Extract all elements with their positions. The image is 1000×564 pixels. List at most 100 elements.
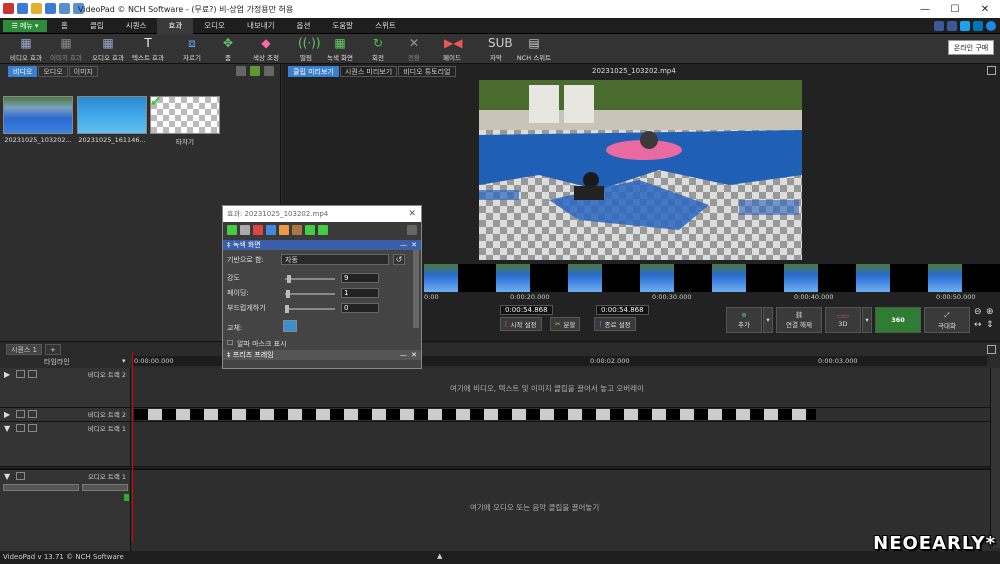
close-button[interactable]: ✕ — [970, 0, 1000, 18]
media-tab-0[interactable]: 비디오 — [8, 66, 38, 77]
strength-input[interactable]: 9 — [341, 273, 379, 283]
timeline-scrollbar[interactable] — [990, 368, 1000, 548]
timeline-dropdown-icon[interactable]: ▾ — [122, 357, 126, 365]
list-view-icon[interactable] — [264, 66, 274, 76]
zoom-out-icon[interactable]: ⊖ — [974, 307, 982, 317]
minimize-button[interactable]: — — [910, 0, 940, 18]
mute-icon[interactable] — [16, 472, 25, 480]
clip-filmstrip[interactable] — [424, 264, 1000, 292]
fade-button[interactable]: ▶◀ 페이드 — [430, 36, 474, 62]
fade-input[interactable]: 1 — [341, 288, 379, 298]
smooth-input[interactable]: 0 — [341, 303, 379, 313]
add-effect-icon[interactable] — [227, 225, 237, 235]
video-track-1[interactable]: ▼ 비디오 트랙 1 — [0, 422, 990, 467]
nch-suite-button[interactable]: ▤ NCH 스위트 — [512, 36, 556, 62]
collapse-track-icon[interactable]: ▼ — [4, 424, 13, 433]
lock-icon[interactable] — [28, 410, 37, 418]
replace-color-swatch[interactable] — [283, 320, 297, 332]
move-down-icon[interactable] — [305, 225, 315, 235]
typewriter-clip[interactable] — [134, 409, 816, 420]
like-icon[interactable] — [934, 21, 944, 31]
unlink-button[interactable]: ⛓ 연결 해제 — [776, 307, 822, 333]
menu-tab-2[interactable]: 시퀀스 — [115, 18, 158, 34]
expand-track-icon[interactable]: ▶ — [4, 370, 13, 379]
facebook-icon[interactable] — [947, 21, 957, 31]
strength-slider[interactable] — [285, 275, 335, 283]
delete-icon[interactable] — [236, 66, 246, 76]
fit-height-icon[interactable]: ⇕ — [986, 320, 994, 330]
set-start-button[interactable]: [시작 설정 — [500, 317, 542, 331]
dialog-scrollbar[interactable] — [413, 250, 419, 328]
clip-ruler[interactable]: 0:00 0:00:20.000 0:00:30.000 0:00:40.000 0:0… — [424, 293, 1000, 301]
dialog-title-bar[interactable]: 효과: 20231025_103202.mp4 ✕ — [223, 206, 421, 222]
collapse-track-icon[interactable]: ▼ — [4, 472, 13, 481]
undock-timeline-icon[interactable] — [987, 345, 996, 354]
color-adjust-button[interactable]: ◆ 색상 조정 — [244, 36, 288, 62]
visibility-icon[interactable] — [16, 410, 25, 418]
settings-icon[interactable] — [407, 225, 417, 235]
base-color-select[interactable]: 자동 — [281, 254, 389, 265]
video-effects-button[interactable]: ▦ 비디오 효과 — [4, 36, 48, 62]
save-icon[interactable] — [45, 3, 56, 14]
keyframe-icon[interactable] — [240, 225, 250, 235]
menu-tab-5[interactable]: 내보내기 — [236, 18, 286, 34]
add-button[interactable]: ⊕ 추가 — [726, 307, 762, 333]
preview-tab-1[interactable]: 시퀀스 미리보기 — [339, 66, 398, 77]
preview-tab-2[interactable]: 비디오 튜토리얼 — [398, 66, 456, 77]
menu-tab-0[interactable]: 홈 — [50, 18, 79, 34]
buy-online-button[interactable]: 온라인 구매 — [948, 40, 994, 55]
smooth-slider[interactable] — [285, 305, 335, 313]
3d-dropdown-button[interactable]: ▾ — [862, 307, 872, 333]
help-icon[interactable] — [986, 21, 996, 31]
split-button[interactable]: ✂ 분할 — [550, 317, 581, 331]
sequence-tab[interactable]: 시퀀스 1 — [6, 344, 42, 355]
fit-width-icon[interactable]: ↔ — [974, 320, 982, 330]
undock-icon[interactable] — [987, 66, 996, 75]
visibility-icon[interactable] — [16, 424, 25, 432]
remove-effect-icon[interactable] — [253, 225, 263, 235]
save-preset-icon[interactable] — [266, 225, 276, 235]
set-end-button[interactable]: ] 종료 설정 — [594, 317, 636, 331]
undo-icon[interactable] — [59, 3, 70, 14]
video-track-clip[interactable]: ▶ 비디오 트랙 2 — [0, 408, 990, 422]
fade-slider[interactable] — [285, 290, 335, 298]
media-tab-2[interactable]: 이미지 — [68, 66, 98, 77]
clip-preview-video[interactable] — [479, 80, 802, 260]
expand-up-icon[interactable]: ▲ — [437, 552, 442, 560]
menu-tab-4[interactable]: 오디오 — [193, 18, 236, 34]
pan-slider[interactable] — [82, 484, 128, 491]
volume-slider[interactable] — [3, 484, 79, 491]
new-icon[interactable] — [17, 3, 28, 14]
maximize-button[interactable]: ☐ — [940, 0, 970, 18]
zoom-in-icon[interactable]: ⊕ — [986, 307, 994, 317]
reset-icon[interactable]: ↺ — [393, 254, 405, 265]
menu-tab-6[interactable]: 옵션 — [286, 18, 322, 34]
text-effects-button[interactable]: T 텍스트 효과 — [126, 36, 170, 62]
360-button[interactable]: 360 — [875, 307, 921, 333]
audio-track-1[interactable]: ▼ 오디오 트랙 1 여기에 오디오 또는 음악 클립을 끌어놓기 — [0, 468, 990, 552]
green-screen-section-header[interactable]: ‡ 녹색 화면 — ✕ — [223, 240, 421, 250]
alpha-mask-checkbox[interactable]: ☐ — [227, 339, 233, 347]
image-effects-button[interactable]: ▦ 이미지 효과 — [44, 36, 88, 62]
menu-tab-8[interactable]: 스위트 — [364, 18, 407, 34]
lock-icon[interactable] — [28, 424, 37, 432]
twitter-icon[interactable] — [960, 21, 970, 31]
video-track-2[interactable]: ▶ 비디오 트랙 2 여기에 비디오, 텍스트 및 이미지 클립을 끌어서 놓고 … — [0, 368, 990, 408]
menu-tab-1[interactable]: 클립 — [79, 18, 115, 34]
visibility-icon[interactable] — [16, 370, 25, 378]
preview-tab-0[interactable]: 클립 미리보기 — [288, 66, 339, 77]
close-icon[interactable]: ✕ — [408, 206, 416, 222]
playhead[interactable] — [132, 352, 133, 542]
linkedin-icon[interactable] — [973, 21, 983, 31]
add-folder-icon[interactable] — [250, 66, 260, 76]
expand-track-icon[interactable]: ▶ — [4, 410, 13, 419]
add-sequence-button[interactable]: + — [45, 344, 61, 355]
lock-icon[interactable] — [28, 370, 37, 378]
3d-button[interactable]: ▭▭ 3D — [825, 307, 861, 333]
menu-tab-7[interactable]: 도움말 — [321, 18, 364, 34]
move-up-icon[interactable] — [318, 225, 328, 235]
freeze-frame-section-header[interactable]: ‡ 프리즈 프레임 — ✕ — [223, 350, 421, 360]
add-dropdown-button[interactable]: ▾ — [763, 307, 773, 333]
media-thumbnail-2[interactable] — [77, 96, 147, 134]
open-icon[interactable] — [31, 3, 42, 14]
